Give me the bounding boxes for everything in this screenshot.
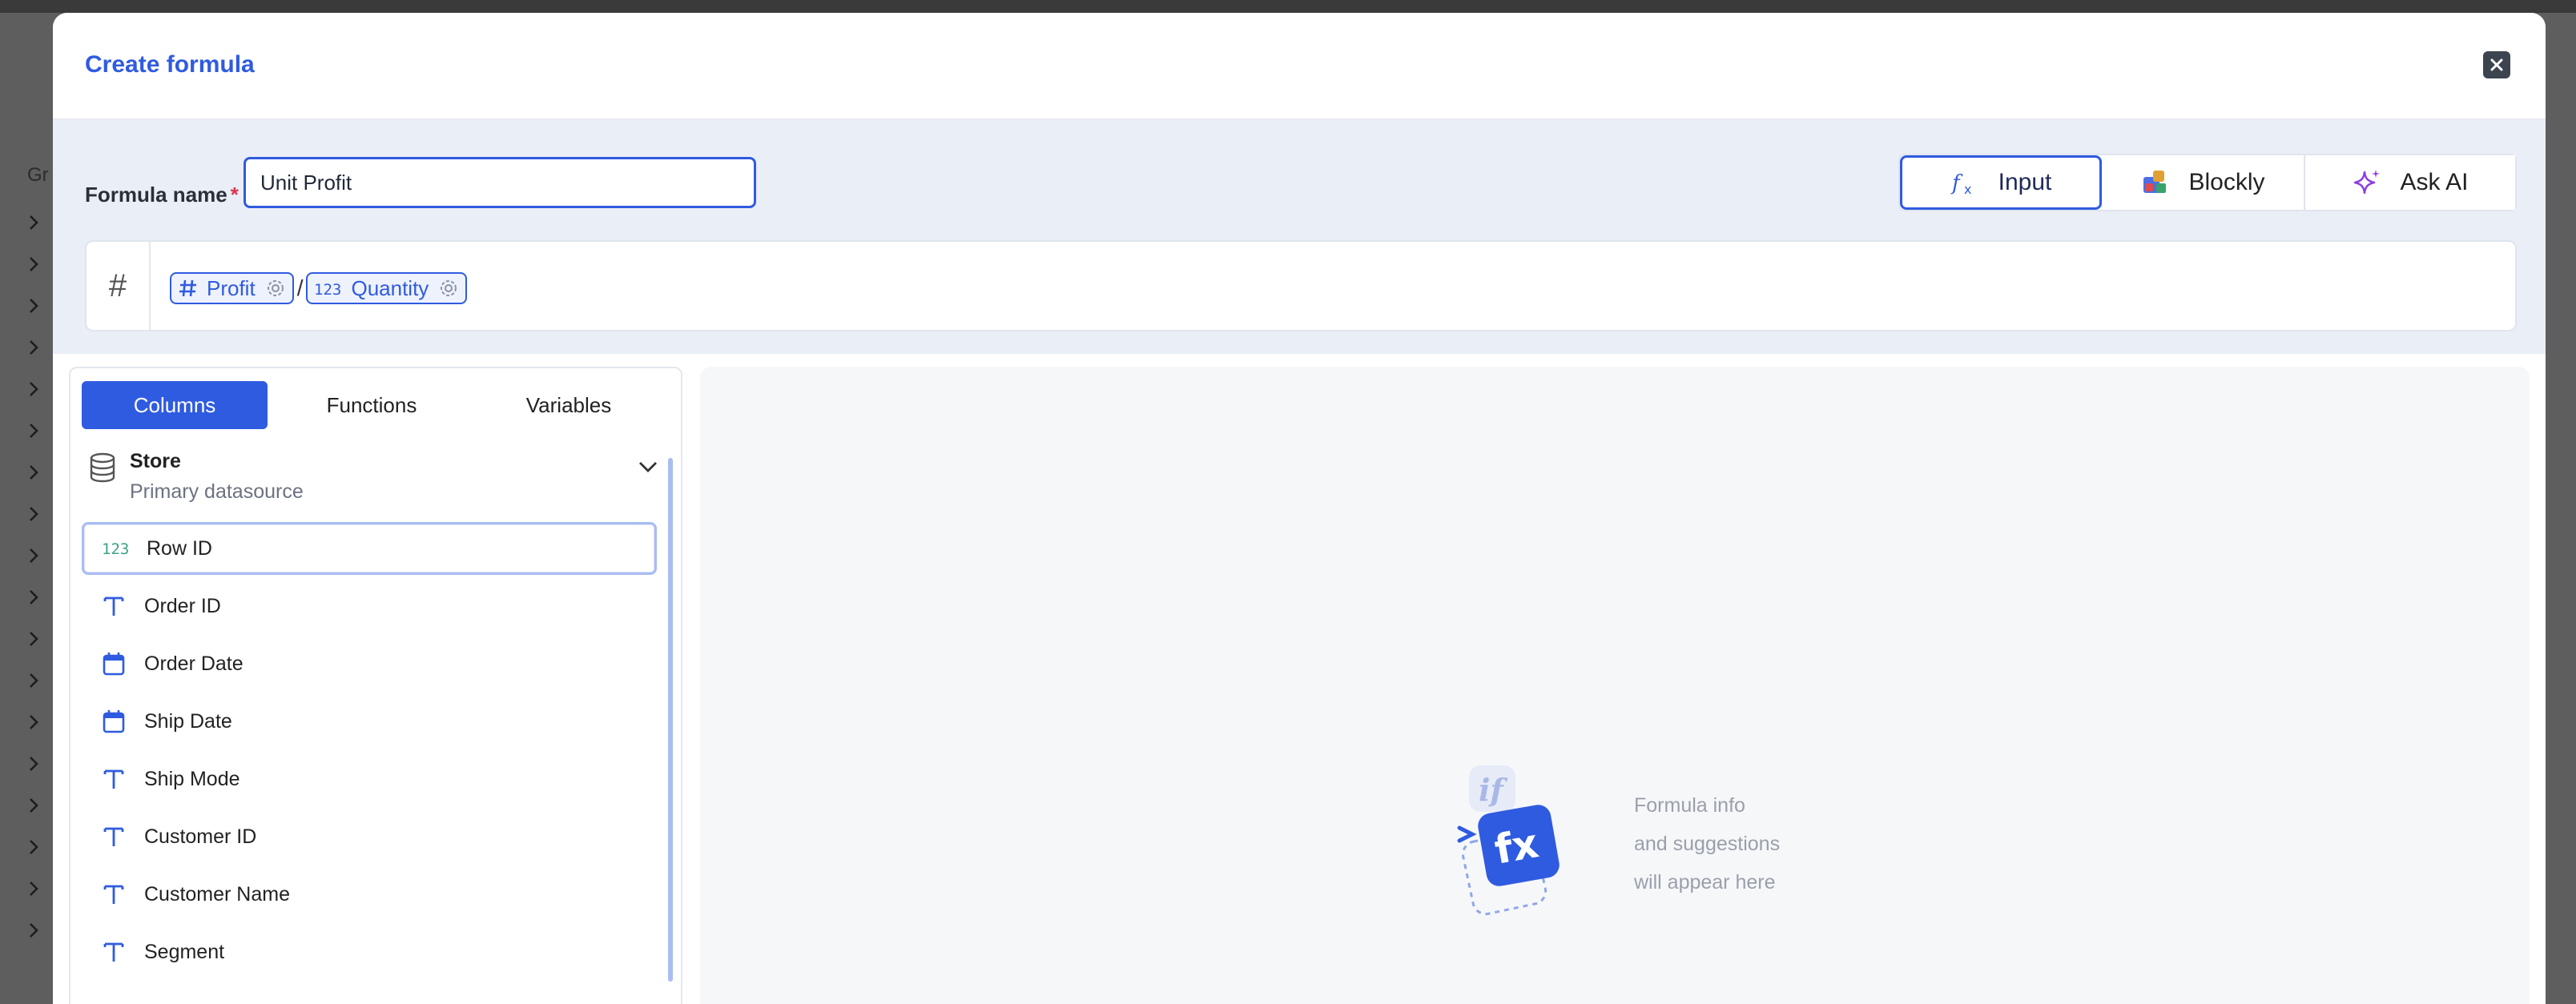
column-item[interactable]: Ship Mode: [82, 753, 657, 805]
background-chevron-icon: [24, 296, 43, 315]
text-type-icon: [99, 938, 128, 966]
formula-illustration-icon: if fx: [1457, 765, 1560, 916]
background-chevron-icon: [24, 213, 43, 232]
background-chevron-icon: [24, 255, 43, 274]
info-line-3: will appear here: [1634, 871, 1776, 894]
background-chevron-icon: [24, 629, 43, 649]
text-type-icon: [99, 592, 128, 620]
column-item[interactable]: 123 Row ID: [82, 522, 657, 575]
background-chevron-icon: [24, 796, 43, 815]
column-list-scrollbar[interactable]: [668, 458, 673, 982]
formula-editor-band: Formula name* fx Input Bloc: [53, 120, 2546, 354]
datasource-subtitle: Primary datasource: [130, 480, 304, 503]
svg-text:123: 123: [314, 281, 341, 299]
mode-input-button[interactable]: fx Input: [1900, 155, 2102, 210]
formula-name-label: Formula name *: [85, 183, 239, 207]
text-type-icon: [99, 822, 128, 851]
mode-ask-ai-button[interactable]: Ask AI: [2305, 155, 2515, 210]
blockly-icon: [2140, 167, 2171, 198]
background-chevron-icon: [24, 754, 43, 773]
create-formula-modal: Create formula Formula name* fx Input: [53, 13, 2546, 1004]
fx-icon: fx: [1950, 167, 1981, 198]
background-chevron-icon: [24, 671, 43, 690]
info-line-2: and suggestions: [1634, 833, 1781, 855]
datasource-name: Store: [130, 450, 181, 472]
hash-icon: [178, 278, 199, 299]
column-item[interactable]: Ship Date: [82, 695, 657, 748]
chip-quantity-label: Quantity: [351, 275, 429, 300]
column-item[interactable]: Segment: [82, 926, 657, 978]
background-chevron-icon: [24, 713, 43, 732]
column-label: Customer ID: [144, 825, 257, 848]
formula-name-input[interactable]: [244, 157, 756, 208]
gear-icon[interactable]: [265, 278, 286, 299]
svg-text:x: x: [1964, 182, 1971, 197]
fields-panel: Columns Functions Variables Store Primar…: [69, 367, 682, 1004]
formula-info-panel: if fx Formula info and suggestions will …: [700, 367, 2530, 1004]
calendar-icon: [99, 707, 128, 736]
background-column-header: Gr: [27, 164, 49, 186]
mode-blockly-label: Blockly: [2188, 169, 2265, 195]
background-chevron-icon: [24, 546, 43, 565]
operator-divide: /: [296, 275, 304, 300]
chevron-down-icon[interactable]: [636, 455, 660, 479]
svg-text:123: 123: [102, 540, 129, 558]
text-type-icon: [99, 765, 128, 793]
number-type-icon: 123: [314, 278, 343, 299]
tab-functions[interactable]: Functions: [279, 381, 465, 429]
svg-text:fx: fx: [1491, 820, 1542, 873]
column-label: Order Date: [144, 652, 244, 675]
column-label: Ship Date: [144, 709, 232, 733]
chip-profit-label: Profit: [207, 275, 256, 300]
chip-quantity[interactable]: 123 Quantity: [306, 272, 468, 304]
background-chevron-icon: [24, 921, 43, 940]
column-item[interactable]: Customer Name: [82, 868, 657, 921]
svg-text:f: f: [1950, 171, 1963, 195]
formula-expression: Profit / 123 Quantity: [170, 272, 468, 304]
tab-variables[interactable]: Variables: [476, 381, 662, 429]
column-label: Customer Name: [144, 882, 290, 906]
background-chevron-icon: [24, 463, 43, 482]
mode-input-label: Input: [1998, 169, 2052, 195]
text-type-icon: [99, 880, 128, 909]
modal-header: Create formula: [53, 13, 2546, 120]
column-item[interactable]: Customer ID: [82, 810, 657, 863]
mode-ask-ai-label: Ask AI: [2400, 169, 2469, 195]
column-item[interactable]: Order Date: [82, 637, 657, 690]
column-label: Ship Mode: [144, 767, 240, 790]
gear-icon[interactable]: [438, 278, 459, 299]
mode-switcher: fx Input Blockly Ask AI: [1898, 154, 2517, 211]
close-icon: [2490, 58, 2503, 71]
background-chevron-icon: [24, 588, 43, 607]
formula-expression-box[interactable]: # Profit / 123 Quantity: [85, 240, 2517, 331]
background-chevron-icon: [24, 504, 43, 524]
database-icon: [90, 452, 115, 483]
background-toolbar: [0, 0, 2576, 13]
datasource-header[interactable]: Store Primary datasource: [87, 448, 671, 512]
calendar-icon: [99, 649, 128, 678]
formula-result-type-icon: #: [87, 242, 151, 330]
required-mark: *: [230, 183, 239, 207]
fields-tabs: Columns Functions Variables: [82, 381, 673, 429]
column-label: Order ID: [144, 594, 221, 617]
formula-info-placeholder: Formula info and suggestions will appear…: [1634, 786, 1780, 902]
background-chevron-icon: [24, 380, 43, 399]
column-label: Row ID: [147, 536, 212, 560]
mode-blockly-button[interactable]: Blockly: [2102, 155, 2305, 210]
column-list: 123 Row ID Order ID Order Date Ship Date Ship…: [82, 522, 657, 983]
modal-title: Create formula: [85, 51, 255, 78]
close-button[interactable]: [2483, 51, 2510, 78]
background-chevron-icon: [24, 837, 43, 857]
column-label: Segment: [144, 940, 225, 963]
sparkle-icon: [2352, 167, 2382, 198]
info-line-1: Formula info: [1634, 794, 1745, 817]
tab-columns[interactable]: Columns: [82, 381, 268, 429]
background-chevron-icon: [24, 338, 43, 357]
number-type-icon: 123: [102, 534, 131, 563]
chip-profit[interactable]: Profit: [170, 272, 294, 304]
background-chevron-icon: [24, 421, 43, 440]
background-chevron-icon: [24, 879, 43, 898]
column-item[interactable]: Order ID: [82, 580, 657, 633]
